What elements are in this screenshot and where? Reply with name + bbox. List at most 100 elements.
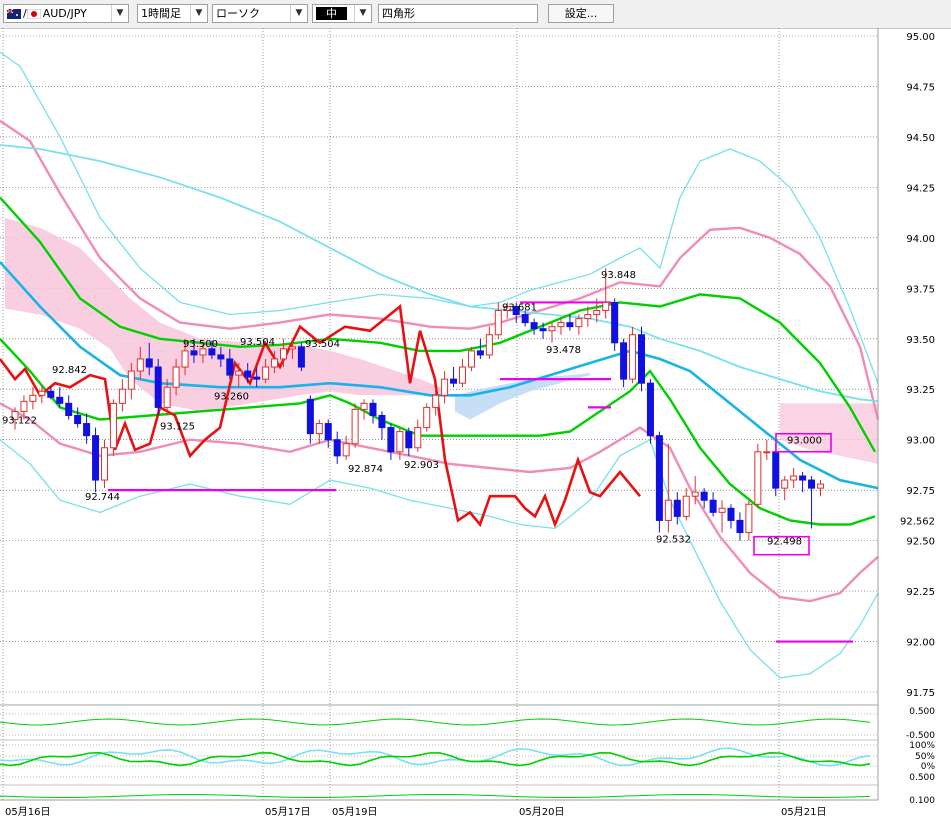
price-annotation: 93.681 bbox=[502, 303, 537, 314]
price-annotation: 93.504 bbox=[305, 339, 340, 350]
candle-body bbox=[691, 491, 699, 497]
candle-body bbox=[620, 342, 628, 380]
candle-body bbox=[611, 301, 619, 344]
price-annotation: 92.498 bbox=[767, 537, 802, 548]
candle-body bbox=[235, 370, 243, 376]
candle-body bbox=[136, 358, 144, 372]
candle-body bbox=[92, 435, 100, 481]
bollinger-lower-1sigma bbox=[0, 402, 879, 603]
candle-body bbox=[351, 408, 359, 445]
y-tick-label: 94.75 bbox=[906, 82, 935, 93]
candle-body bbox=[521, 314, 529, 324]
candle-body bbox=[754, 451, 762, 505]
chart-style-select[interactable]: ローソク ▼ bbox=[212, 4, 308, 23]
candle-body bbox=[414, 427, 422, 449]
candle-body bbox=[727, 507, 735, 521]
candle-body bbox=[539, 328, 547, 332]
candle-body bbox=[423, 406, 431, 429]
currency-pair-select[interactable]: / AUD/JPY ▼ bbox=[3, 4, 129, 23]
x-tick-label: 05月16日 bbox=[5, 806, 50, 818]
panel-tick-label: 100% bbox=[909, 741, 935, 751]
chevron-down-icon[interactable]: ▼ bbox=[354, 5, 371, 22]
y-tick-label: 95.00 bbox=[906, 32, 935, 43]
candle-body bbox=[378, 414, 386, 429]
oscillator-panels: 0.500-0.500100%50%0%0.5000.100 bbox=[0, 704, 936, 806]
candle-body bbox=[566, 322, 574, 328]
candle-body bbox=[602, 301, 610, 312]
price-annotation: 93.125 bbox=[160, 422, 195, 433]
candle-body bbox=[109, 402, 117, 449]
x-tick-label: 05月19日 bbox=[332, 806, 377, 818]
chevron-down-icon[interactable]: ▼ bbox=[290, 5, 307, 22]
candle-body bbox=[172, 366, 180, 388]
candle-body bbox=[163, 386, 171, 408]
candle-body bbox=[47, 390, 55, 398]
price-annotation: 93.478 bbox=[546, 345, 581, 356]
bollinger-lower-2sigma bbox=[0, 438, 879, 679]
size-select[interactable]: 中 ▼ bbox=[312, 4, 372, 23]
candle-body bbox=[584, 314, 592, 320]
panel-tick-label: 0.500 bbox=[909, 773, 935, 783]
price-annotation: 93.260 bbox=[214, 391, 249, 402]
candle-body bbox=[485, 334, 493, 356]
y-tick-label: 92.50 bbox=[906, 537, 935, 548]
chart-toolbar: / AUD/JPY ▼ 1時間足 ▼ ローソク ▼ 中 ▼ 四角形 設定... bbox=[0, 0, 951, 29]
x-tick-label: 05月17日 bbox=[265, 806, 310, 818]
chevron-down-icon[interactable]: ▼ bbox=[111, 5, 128, 22]
timeframe-label: 1時間足 bbox=[141, 7, 181, 20]
candle-body bbox=[145, 358, 153, 368]
currency-pair-label: AUD/JPY bbox=[42, 7, 87, 20]
candle-body bbox=[575, 318, 583, 328]
candle-body bbox=[65, 402, 73, 416]
x-tick-label: 05月20日 bbox=[519, 806, 564, 818]
candle-body bbox=[127, 370, 135, 390]
candle-body bbox=[101, 447, 108, 481]
y-tick-label: 93.25 bbox=[906, 385, 935, 396]
y-tick-label: 94.50 bbox=[906, 133, 935, 144]
candle-body bbox=[217, 354, 225, 360]
panel-tick-label: -0.500 bbox=[906, 731, 935, 741]
candle-body bbox=[244, 370, 252, 378]
price-annotation: 92.874 bbox=[348, 464, 383, 475]
current-price-label: 92.562 bbox=[900, 516, 935, 527]
settings-button[interactable]: 設定... bbox=[548, 4, 614, 23]
candle-body bbox=[190, 350, 198, 356]
candle-body bbox=[673, 499, 681, 517]
candle-body bbox=[226, 358, 234, 376]
y-tick-label: 92.25 bbox=[906, 587, 935, 598]
jpy-flag-icon bbox=[26, 9, 41, 19]
price-annotation: 93.122 bbox=[2, 416, 37, 427]
candle-body bbox=[763, 451, 771, 454]
cloud-region-bearish bbox=[5, 217, 445, 412]
drawing-tool-label: 四角形 bbox=[382, 7, 415, 20]
candle-body bbox=[306, 398, 314, 435]
price-annotation: 92.903 bbox=[404, 460, 439, 471]
price-chart: 93.122 92.842 92.744 93.500 93.125 93.504 93.2… bbox=[0, 28, 936, 818]
y-tick-label: 92.75 bbox=[906, 486, 935, 497]
candle-body bbox=[700, 491, 708, 501]
candle-body bbox=[629, 334, 637, 380]
candle-body bbox=[83, 423, 91, 437]
chevron-down-icon[interactable]: ▼ bbox=[190, 5, 207, 22]
candle-body bbox=[324, 423, 332, 441]
panel-tick-label: 0% bbox=[921, 762, 936, 772]
price-annotation: 93.504 bbox=[240, 337, 275, 348]
candle-body bbox=[817, 483, 824, 489]
candle-body bbox=[387, 427, 395, 453]
volatility-line bbox=[0, 793, 871, 798]
timeframe-select[interactable]: 1時間足 ▼ bbox=[137, 4, 208, 23]
candle-body bbox=[682, 495, 690, 517]
candle-body bbox=[29, 394, 37, 402]
candle-body bbox=[432, 394, 440, 408]
chart-style-label: ローソク bbox=[216, 7, 260, 20]
drawing-tool-select[interactable]: 四角形 bbox=[378, 4, 538, 23]
y-tick-label: 93.50 bbox=[906, 335, 935, 346]
price-annotation: 92.842 bbox=[52, 365, 87, 376]
candle-body bbox=[405, 431, 413, 449]
candle-body bbox=[736, 519, 744, 534]
panel-tick-label: 0.500 bbox=[909, 707, 935, 717]
candle-body bbox=[593, 310, 601, 316]
candle-body bbox=[118, 388, 126, 404]
price-annotation: 93.848 bbox=[601, 270, 636, 281]
x-tick-label: 05月21日 bbox=[781, 806, 826, 818]
